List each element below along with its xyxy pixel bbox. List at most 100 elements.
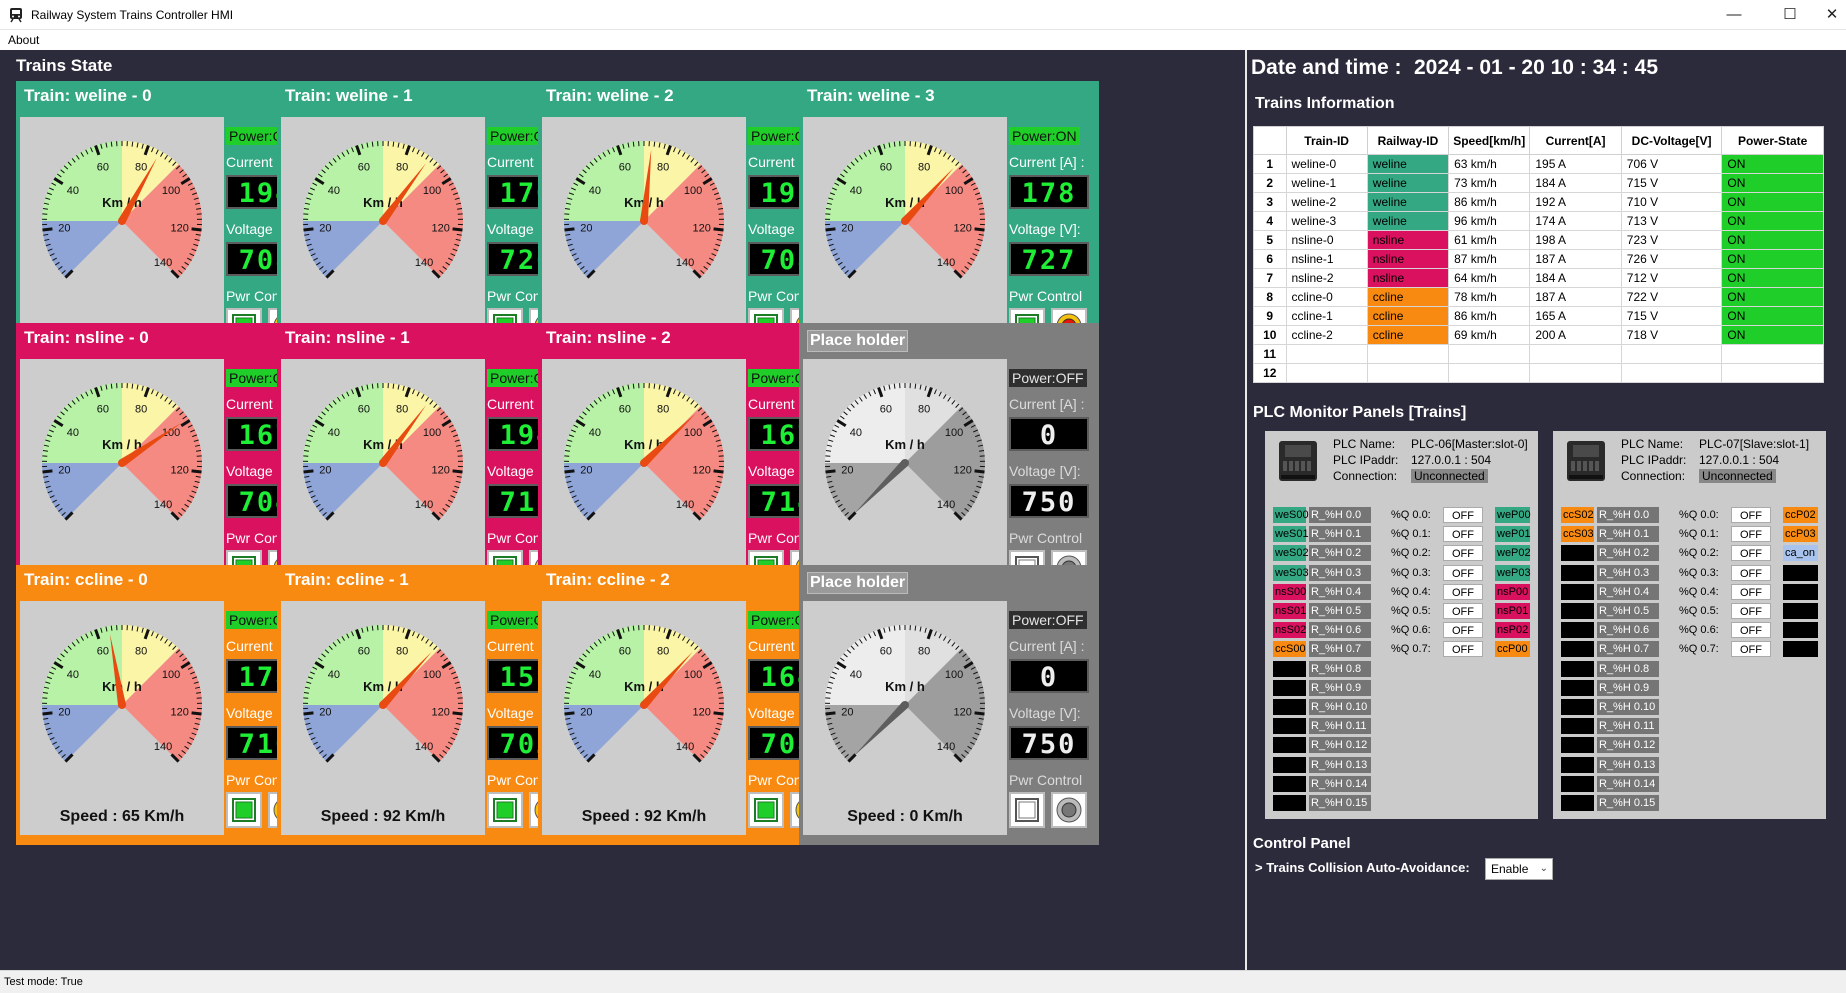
plc-holding-register: R_%H 0.10 <box>1597 699 1659 715</box>
gauge-tick-label: 80 <box>396 161 408 173</box>
speed-cell: 64 km/h <box>1448 268 1531 288</box>
gauge-tick-label: 40 <box>328 669 340 681</box>
power-on-button[interactable] <box>226 792 262 828</box>
gauge-tick-label: 40 <box>67 185 79 197</box>
gauge-tick <box>825 227 836 232</box>
maximize-button[interactable]: ☐ <box>1762 0 1818 30</box>
table-row[interactable]: 6 nsline-1 nsline 87 km/h 187 A 726 V ON <box>1253 249 1824 269</box>
gauge-tick <box>713 711 724 716</box>
table-row[interactable]: 2 weline-1 weline 73 km/h 184 A 715 V ON <box>1253 173 1824 193</box>
table-row[interactable]: 8 ccline-0 ccline 78 km/h 187 A 722 V ON <box>1253 287 1824 307</box>
current-cell: 192 A <box>1529 192 1622 212</box>
gauge-tick-label: 140 <box>154 257 172 269</box>
gauge-hub <box>379 217 387 225</box>
plc-coil-label: %Q 0.6: <box>1679 624 1719 637</box>
current-label: Current [A] : <box>1009 154 1085 170</box>
plc-coil-label: %Q 0.0: <box>1679 509 1719 521</box>
table-row[interactable]: 7 nsline-2 nsline 64 km/h 184 A 712 V ON <box>1253 268 1824 288</box>
gauge-tick <box>42 469 53 474</box>
gauge-tick <box>110 625 113 631</box>
gauge-tick-label: 60 <box>619 161 631 173</box>
table-row[interactable]: 12 <box>1253 363 1824 383</box>
train-panel: Place holder20406080100120140Km / hSpeed… <box>799 323 1099 603</box>
table-header-cell[interactable]: Power-State <box>1721 126 1824 155</box>
gauge-tick-label: 120 <box>431 464 449 476</box>
train-panel-title: Train: ccline - 1 <box>285 570 409 589</box>
voltage-cell: 723 V <box>1620 230 1723 250</box>
table-row[interactable]: 3 weline-2 weline 86 km/h 192 A 710 V ON <box>1253 192 1824 212</box>
power-state-badge: Power:ON <box>1009 127 1080 145</box>
voltage-cell: 712 V <box>1620 268 1723 288</box>
gauge-tick-label: 60 <box>97 403 109 415</box>
power-on-button[interactable] <box>748 792 784 828</box>
table-header-cell[interactable]: Speed[km/h] <box>1448 126 1531 155</box>
gauge-tick <box>131 625 134 631</box>
row-number: 9 <box>1253 306 1287 326</box>
voltage-display: 750 <box>1009 726 1089 760</box>
table-header-cell[interactable]: Current[A] <box>1529 126 1622 155</box>
speed-readout: Speed : 0 Km/h <box>847 808 963 825</box>
plc-holding-register: R_%H 0.1 <box>1309 526 1371 543</box>
gauge-tick-label: 120 <box>953 706 971 718</box>
plc-holding-register: R_%H 0.12 <box>1309 737 1371 754</box>
train-panel: Train: weline - 0 20 40 60 80 100 120 140 Km / h… <box>16 81 316 361</box>
table-row[interactable]: 9 ccline-1 ccline 86 km/h 165 A 715 V ON <box>1253 306 1824 326</box>
power-off-button[interactable] <box>1051 792 1087 828</box>
pwr-control-label: Pwr Control <box>1009 288 1083 304</box>
datetime-value: 2024 - 01 - 20 10 : 34 : 45 <box>1414 56 1658 79</box>
gauge-svg: 204060 80100120140Km / h <box>564 625 724 763</box>
gauge-tick <box>893 141 896 147</box>
power-on-icon <box>232 798 256 822</box>
gauge-svg: 204060 80100120140Km / h <box>42 141 202 279</box>
gauge-tick <box>564 227 575 232</box>
plc-holding-register: R_%H 0.6 <box>1597 622 1659 639</box>
table-row[interactable]: 5 nsline-0 nsline 61 km/h 198 A 723 V ON <box>1253 230 1824 250</box>
table-header-cell[interactable]: DC-Voltage[V] <box>1620 126 1723 155</box>
power-on-button[interactable] <box>487 792 523 828</box>
gauge-tick-label: 40 <box>328 427 340 439</box>
table-row[interactable]: 4 weline-3 weline 96 km/h 174 A 713 V ON <box>1253 211 1824 231</box>
plc-holding-register: R_%H 0.4 <box>1597 583 1659 600</box>
plc-coil-label: %Q 0.1: <box>1679 528 1719 541</box>
voltage-cell <box>1620 363 1723 383</box>
table-header-cell[interactable]: Railway-ID <box>1366 126 1450 155</box>
gauge-tick <box>914 383 917 389</box>
table-row[interactable]: 11 <box>1253 344 1824 364</box>
gauge-tick <box>392 141 395 147</box>
power-state-cell: ON <box>1721 230 1824 250</box>
collision-avoidance-select[interactable]: Enable ⌄ <box>1485 858 1553 880</box>
plc-holding-register: R_%H 0.3 <box>1597 564 1659 581</box>
table-header-cell[interactable]: Train-ID <box>1285 126 1368 155</box>
power-on-icon <box>754 798 778 822</box>
minimize-button[interactable]: — <box>1706 0 1762 30</box>
current-label: Current [A] : <box>1009 638 1085 654</box>
current-display: 178 <box>1009 175 1089 209</box>
gauge-tick-label: 40 <box>850 427 862 439</box>
table-row[interactable]: 1 weline-0 weline 63 km/h 195 A 706 V ON <box>1253 154 1824 174</box>
plc-panel: PLC Name: PLC-07[Slave:slot-1] PLC IPaddr:… <box>1553 431 1826 819</box>
power-on-button[interactable] <box>1009 792 1045 828</box>
row-number: 6 <box>1253 249 1287 269</box>
plc-coil-label: %Q 0.3: <box>1391 566 1431 579</box>
power-state-cell <box>1721 344 1824 364</box>
gauge-tick-label: 80 <box>918 161 930 173</box>
train-id-cell: ccline-2 <box>1285 325 1368 345</box>
train-panel-title: Train: ccline - 2 <box>546 570 670 589</box>
train-panel-title: Train: nsline - 0 <box>24 328 149 347</box>
gauge-tick <box>392 383 395 389</box>
plc-coil-label: %Q 0.5: <box>1679 605 1719 617</box>
close-button[interactable]: ✕ <box>1818 0 1846 30</box>
train-id-cell: nsline-0 <box>1285 230 1368 250</box>
menu-about[interactable]: About <box>8 33 39 47</box>
plc-coil-label: %Q 0.7: <box>1391 643 1431 656</box>
gauge-tick <box>303 711 314 716</box>
plc-name-value: PLC-07[Slave:slot-1] <box>1699 437 1810 451</box>
row-number: 3 <box>1253 192 1287 212</box>
plc-coil-state: OFF <box>1443 583 1483 600</box>
gauge-tick-label: 20 <box>841 706 853 718</box>
table-row[interactable]: 10 ccline-2 ccline 69 km/h 200 A 718 V ON <box>1253 325 1824 345</box>
plc-coil-state: OFF <box>1731 545 1771 562</box>
gauge-tick-label: 80 <box>396 645 408 657</box>
gauge-hub <box>640 701 648 709</box>
gauge-tick-label: 80 <box>657 161 669 173</box>
